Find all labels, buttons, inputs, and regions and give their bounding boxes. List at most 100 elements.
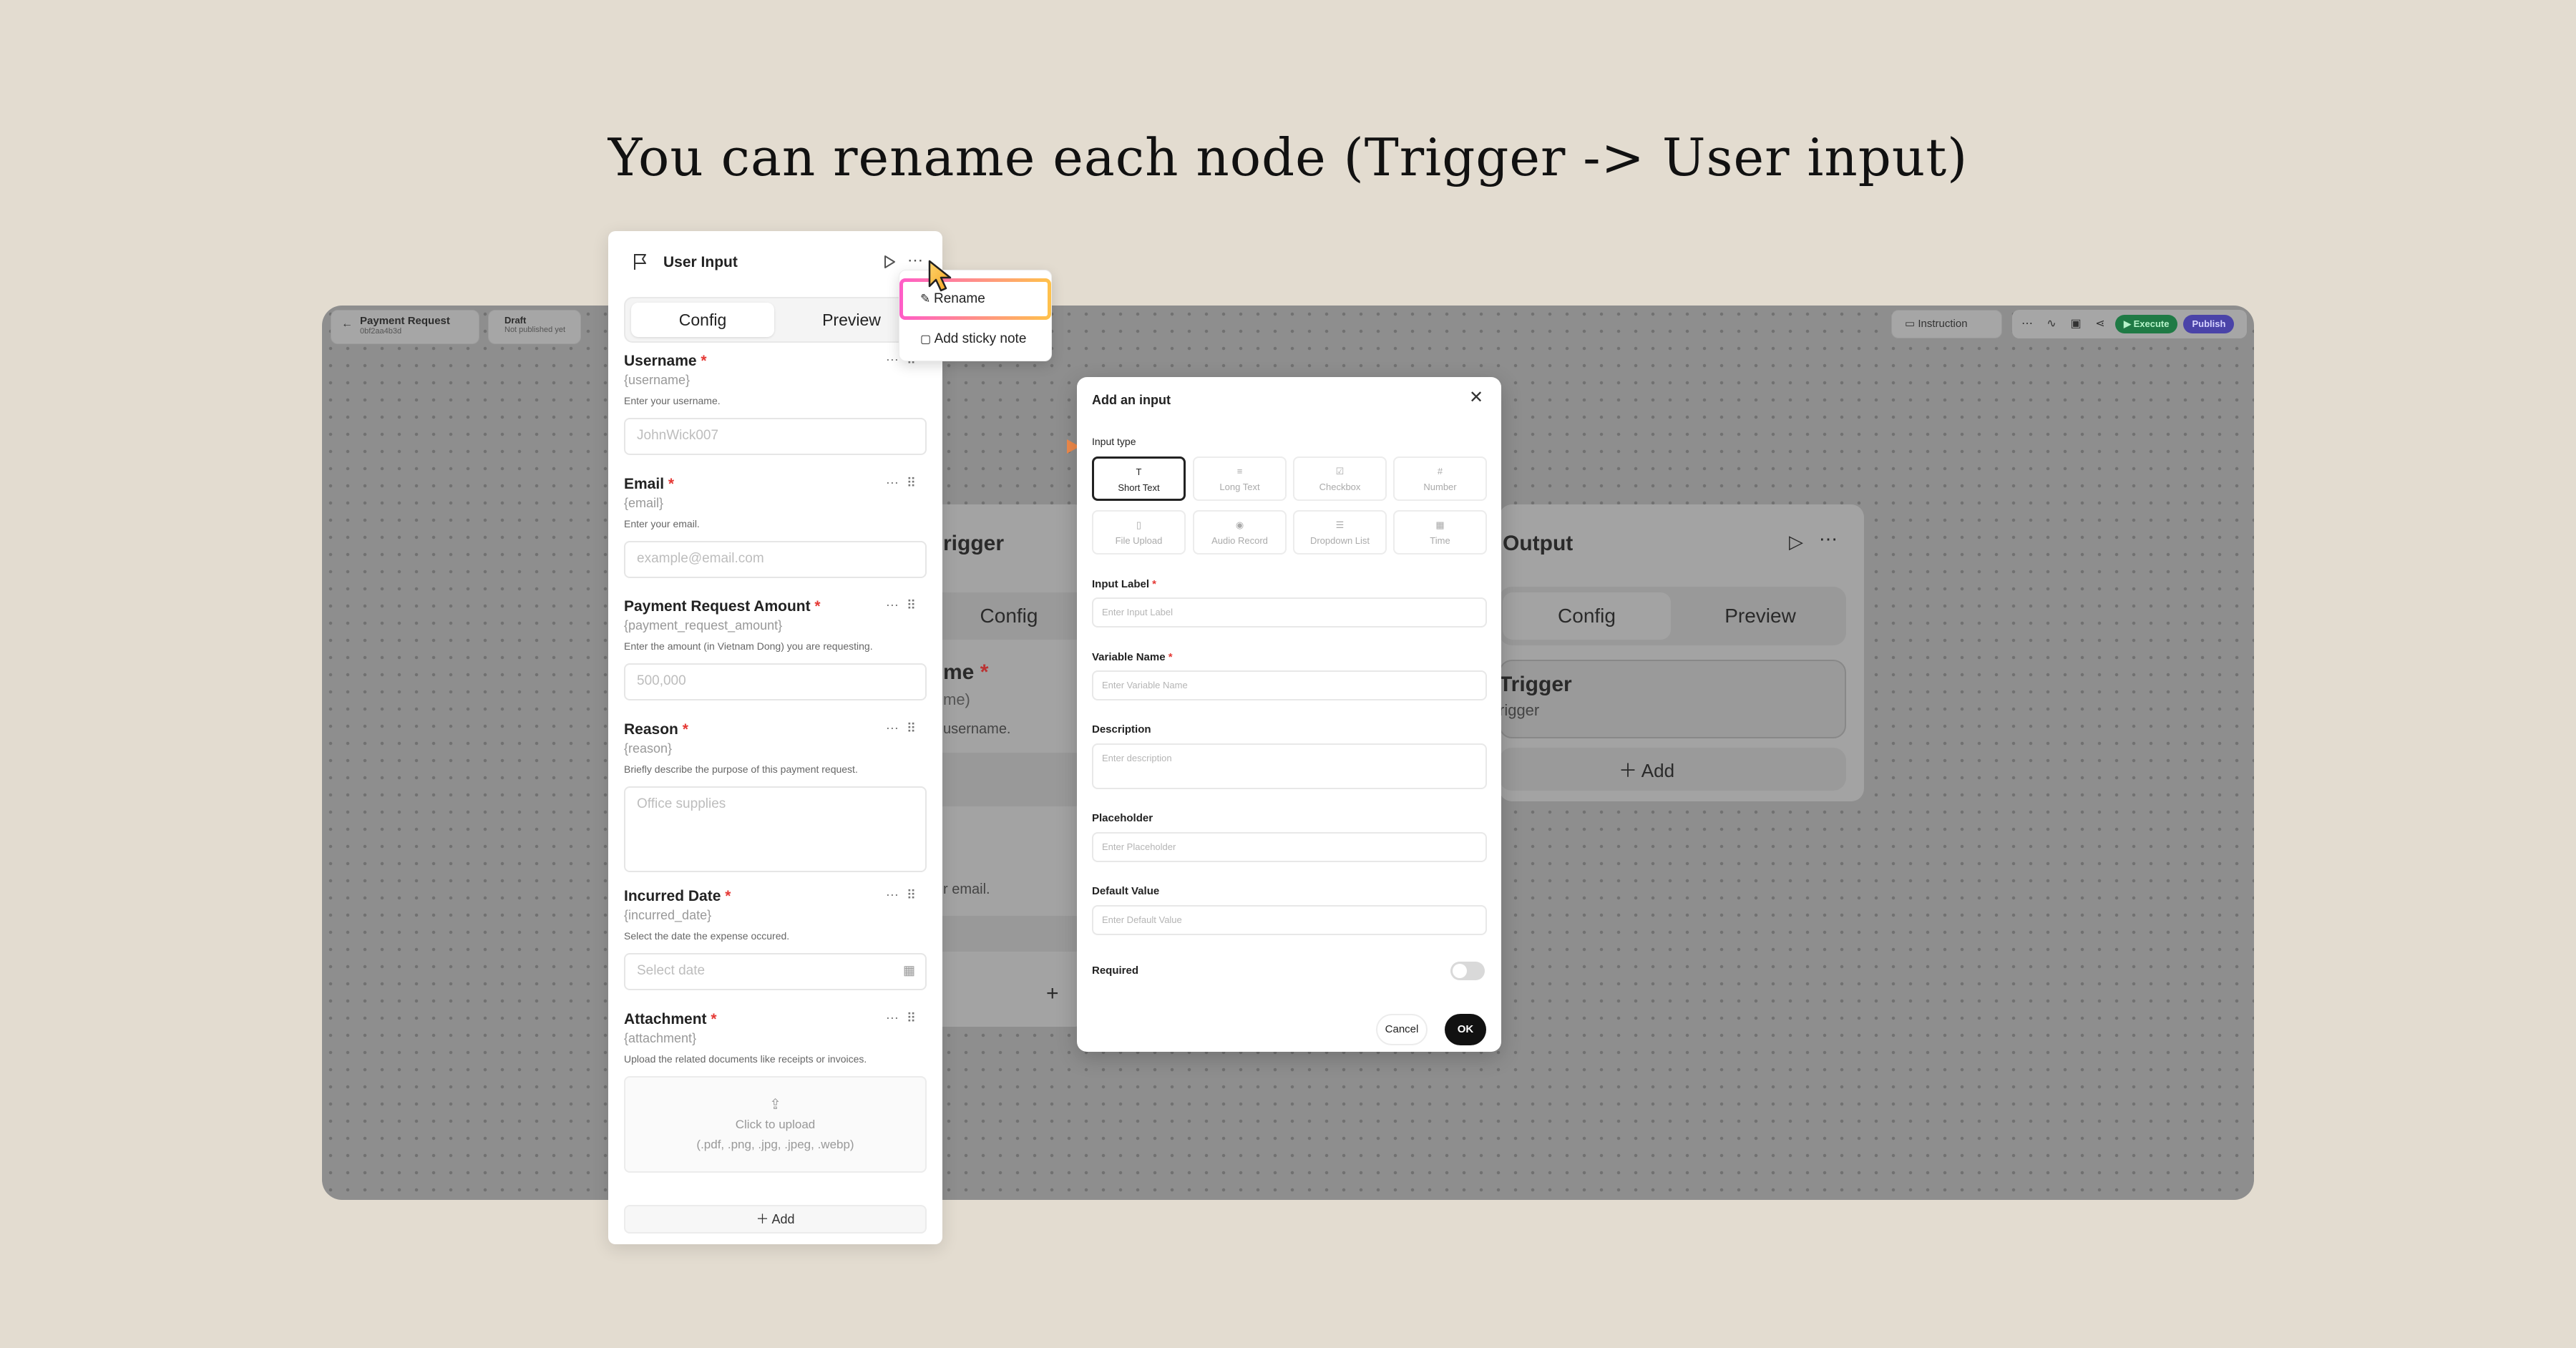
bg-trigger-field-desc: username.	[943, 721, 1011, 737]
variable-name-label: Variable Name *	[1092, 651, 1173, 663]
input-label-field[interactable]: Enter Input Label	[1092, 597, 1487, 627]
menu-item-rename[interactable]: ✎ Rename	[920, 291, 985, 307]
field-email: Email * ⋯ ⠿ {email} Enter your email. ex…	[624, 476, 927, 578]
checkbox-icon: ☑	[1335, 466, 1345, 477]
bg-output-card-title: Trigger	[1499, 673, 1572, 696]
menu-item-add-sticky-note[interactable]: ▢ Add sticky note	[920, 331, 1026, 347]
input-type-label: Input type	[1092, 436, 1136, 447]
field-label: Incurred Date *	[624, 888, 731, 904]
more-options-icon[interactable]: ⋯	[907, 251, 924, 270]
field-description: Briefly describe the purpose of this pay…	[624, 763, 858, 775]
headline: You can rename each node (Trigger -> Use…	[608, 127, 1968, 187]
video-icon: ▭	[1905, 318, 1918, 330]
field-attachment: Attachment * ⋯ ⠿ {attachment} Upload the…	[624, 1011, 927, 1173]
field-variable: {username}	[624, 373, 691, 387]
placeholder-field[interactable]: Enter Placeholder	[1092, 832, 1487, 862]
mic-icon: ◉	[1235, 519, 1244, 530]
workflow-title-chip[interactable]: ← Payment Request 0bf2aa4b3d	[331, 310, 479, 344]
field-reason: Reason * ⋯ ⠿ {reason} Briefly describe t…	[624, 721, 927, 872]
execute-button[interactable]: ▶ Execute	[2115, 315, 2178, 333]
drag-handle-icon[interactable]: ⋯ ⠿	[886, 888, 918, 903]
field-variable: {incurred_date}	[624, 908, 712, 922]
bg-output-title: Output	[1503, 532, 1574, 555]
bg-output-more-icon: ⋯	[1819, 528, 1838, 550]
save-icon[interactable]: ▣	[2067, 315, 2085, 333]
share-icon[interactable]: ⋖	[2091, 315, 2109, 333]
ok-button[interactable]: OK	[1445, 1014, 1486, 1045]
type-dropdown-list[interactable]: ☰ Dropdown List	[1293, 510, 1387, 555]
upload-formats: (.pdf, .png, .jpg, .jpeg, .webp)	[696, 1138, 854, 1151]
field-payment-amount: Payment Request Amount * ⋯ ⠿ {payment_re…	[624, 598, 927, 700]
close-icon[interactable]: ✕	[1469, 387, 1483, 408]
calendar-icon: ▦	[1435, 519, 1445, 530]
bg-trigger-email-input	[930, 916, 1088, 952]
field-description: Select the date the expense occured.	[624, 930, 790, 942]
activity-icon[interactable]: ∿	[2042, 315, 2061, 333]
field-description: Enter your email.	[624, 518, 700, 529]
workflow-id: 0bf2aa4b3d	[360, 327, 402, 336]
drag-handle-icon[interactable]: ⋯ ⠿	[886, 598, 918, 613]
more-icon[interactable]: ⋯	[2018, 315, 2036, 333]
field-variable: {email}	[624, 496, 664, 510]
type-file-upload[interactable]: ▯ File Upload	[1092, 510, 1186, 555]
file-icon: ▯	[1136, 519, 1142, 530]
pencil-icon: ✎	[920, 292, 934, 306]
field-label: Email *	[624, 476, 675, 492]
instruction-label: Instruction	[1918, 318, 1968, 330]
back-arrow-icon[interactable]: ←	[341, 318, 353, 331]
field-description: Enter the amount (in Vietnam Dong) you a…	[624, 640, 873, 652]
email-input[interactable]: example@email.com	[624, 541, 927, 578]
paragraph-icon: ≡	[1236, 466, 1243, 477]
bg-trigger-title: rigger	[943, 532, 1005, 555]
type-time[interactable]: ▦ Time	[1393, 510, 1487, 555]
field-variable: {payment_request_amount}	[624, 618, 783, 633]
text-icon: T	[1136, 467, 1142, 477]
type-audio-record[interactable]: ◉ Audio Record	[1193, 510, 1287, 555]
instruction-button[interactable]: ▭ Instruction	[1891, 310, 2002, 338]
field-variable: {attachment}	[624, 1031, 697, 1045]
cursor-pointer-icon	[928, 260, 952, 292]
type-short-text[interactable]: T Short Text	[1092, 456, 1186, 501]
field-label: Reason *	[624, 721, 688, 738]
status-label: Draft	[504, 315, 527, 326]
drag-handle-icon[interactable]: ⋯ ⠿	[886, 476, 918, 491]
bg-output-tab-preview: Preview	[1724, 605, 1796, 627]
bg-trigger-add-icon: +	[1046, 982, 1059, 1005]
type-checkbox[interactable]: ☑ Checkbox	[1293, 456, 1387, 501]
play-icon[interactable]	[882, 254, 897, 270]
workflow-name: Payment Request	[360, 315, 450, 327]
field-description: Upload the related documents like receip…	[624, 1053, 867, 1065]
bg-trigger-field-label: me *	[943, 660, 989, 684]
bg-trigger-email-desc: r email.	[943, 881, 990, 897]
panel-tabs: Config Preview	[624, 297, 927, 343]
add-input-button[interactable]: ＋ Add	[624, 1205, 927, 1234]
type-long-text[interactable]: ≡ Long Text	[1193, 456, 1287, 501]
drag-handle-icon[interactable]: ⋯ ⠿	[886, 721, 918, 736]
bg-output-play-icon: ▷	[1789, 531, 1803, 552]
upload-dropzone[interactable]: ⇪ Click to upload (.pdf, .png, .jpg, .jp…	[624, 1076, 927, 1173]
type-number[interactable]: # Number	[1393, 456, 1487, 501]
upload-icon: ⇪	[769, 1097, 781, 1113]
placeholder-label: Placeholder	[1092, 812, 1153, 824]
flag-icon	[634, 254, 646, 270]
publish-button[interactable]: Publish	[2183, 315, 2235, 333]
calendar-icon: ▦	[902, 963, 915, 977]
status-chip: Draft Not published yet	[488, 310, 581, 344]
description-field[interactable]: Enter description	[1092, 743, 1487, 789]
tab-config[interactable]: Config	[631, 303, 774, 337]
date-picker[interactable]: Select date ▦	[624, 953, 927, 990]
user-input-panel: User Input ⋯ Config Preview Username * ⋯…	[608, 231, 942, 1244]
cancel-button[interactable]: Cancel	[1376, 1014, 1428, 1045]
amount-input[interactable]: 500,000	[624, 663, 927, 700]
node-title[interactable]: User Input	[663, 254, 738, 271]
bg-trigger-tab-config: Config	[930, 592, 1088, 640]
bg-output-add: ＋ Add	[1619, 760, 1675, 781]
status-sub: Not published yet	[504, 326, 565, 334]
bg-output-card-sub: rigger	[1499, 701, 1540, 719]
modal-title: Add an input	[1092, 393, 1171, 407]
field-description: Enter your username.	[624, 395, 721, 406]
variable-name-field[interactable]: Enter Variable Name	[1092, 670, 1487, 700]
drag-handle-icon[interactable]: ⋯ ⠿	[886, 1011, 918, 1026]
reason-textarea[interactable]: Office supplies	[624, 786, 927, 872]
default-value-field[interactable]: Enter Default Value	[1092, 905, 1487, 935]
